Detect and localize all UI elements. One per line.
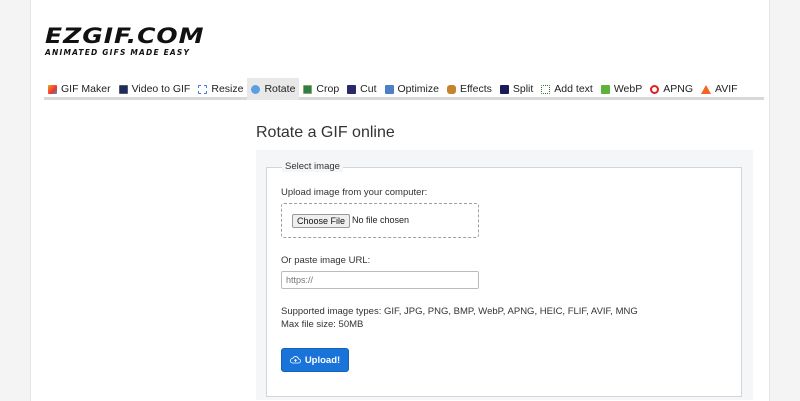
cut-icon: [347, 84, 357, 94]
nav-item-label: Resize: [211, 83, 244, 95]
effects-icon: [446, 84, 456, 94]
nav-item-label: Video to GIF: [131, 83, 191, 95]
select-image-fieldset: Select image Upload image from your comp…: [266, 161, 742, 397]
image-url-input[interactable]: [281, 271, 479, 289]
optimize-icon: [384, 84, 394, 94]
resize-icon: [198, 84, 208, 94]
main-nav: GIF Maker Video to GIF Resize Rotate Cro…: [44, 78, 764, 100]
upload-label: Upload image from your computer:: [281, 187, 428, 198]
nav-item-label: Split: [512, 83, 534, 95]
page-container: EZGIF.COM ANIMATED GIFS MADE EASY GIF Ma…: [30, 0, 770, 401]
logo-tagline: ANIMATED GIFS MADE EASY: [45, 48, 191, 57]
nav-item-cut[interactable]: Cut: [343, 78, 380, 100]
nav-item-label: Cut: [360, 83, 377, 95]
nav-item-label: Rotate: [264, 83, 296, 95]
nav-item-rotate[interactable]: Rotate: [247, 78, 300, 100]
nav-item-label: Crop: [316, 83, 340, 95]
nav-item-crop[interactable]: Crop: [299, 78, 343, 100]
upload-button-label: Upload!: [304, 354, 341, 366]
nav-item-label: APNG: [663, 83, 693, 95]
nav-item-video-to-gif[interactable]: Video to GIF: [115, 78, 195, 100]
page-title: Rotate a GIF online: [256, 124, 395, 141]
nav-item-label: Add text: [554, 83, 593, 95]
split-icon: [499, 84, 509, 94]
file-status: No file chosen: [352, 215, 410, 225]
nav-item-split[interactable]: Split: [496, 78, 537, 100]
nav-item-label: GIF Maker: [61, 83, 111, 95]
nav-item-label: WebP: [613, 83, 643, 95]
rotate-icon: [251, 84, 261, 94]
cloud-upload-icon: [289, 356, 301, 364]
nav-item-apng[interactable]: APNG: [646, 78, 697, 100]
file-dropzone[interactable]: Choose File No file chosen: [281, 203, 479, 238]
nav-item-label: Optimize: [397, 83, 439, 95]
apng-icon: [650, 84, 660, 94]
nav-item-gif-maker[interactable]: GIF Maker: [44, 78, 115, 100]
fieldset-legend: Select image: [282, 161, 343, 172]
nav-item-avif[interactable]: AVIF: [697, 78, 742, 100]
crop-icon: [303, 84, 313, 94]
logo-title: EZGIF.COM: [45, 23, 205, 48]
supported-types-text: Supported image types: GIF, JPG, PNG, BM…: [281, 306, 638, 317]
avif-icon: [701, 84, 711, 94]
site-logo[interactable]: EZGIF.COM ANIMATED GIFS MADE EASY: [45, 23, 205, 57]
nav-item-label: AVIF: [715, 83, 738, 95]
upload-button[interactable]: Upload!: [281, 348, 349, 372]
nav-item-optimize[interactable]: Optimize: [381, 78, 443, 100]
nav-item-resize[interactable]: Resize: [194, 78, 247, 100]
upload-panel: Select image Upload image from your comp…: [256, 150, 753, 400]
video-icon: [118, 84, 128, 94]
nav-item-label: Effects: [459, 83, 492, 95]
max-file-size-text: Max file size: 50MB: [281, 319, 364, 330]
nav-item-add-text[interactable]: Add text: [537, 78, 597, 100]
add-text-icon: [541, 84, 551, 94]
gif-maker-icon: [48, 84, 57, 94]
nav-item-effects[interactable]: Effects: [443, 78, 496, 100]
nav-item-webp[interactable]: WebP: [597, 78, 646, 100]
url-label: Or paste image URL:: [281, 255, 371, 266]
choose-file-button[interactable]: Choose File: [292, 214, 351, 228]
webp-icon: [600, 84, 610, 94]
